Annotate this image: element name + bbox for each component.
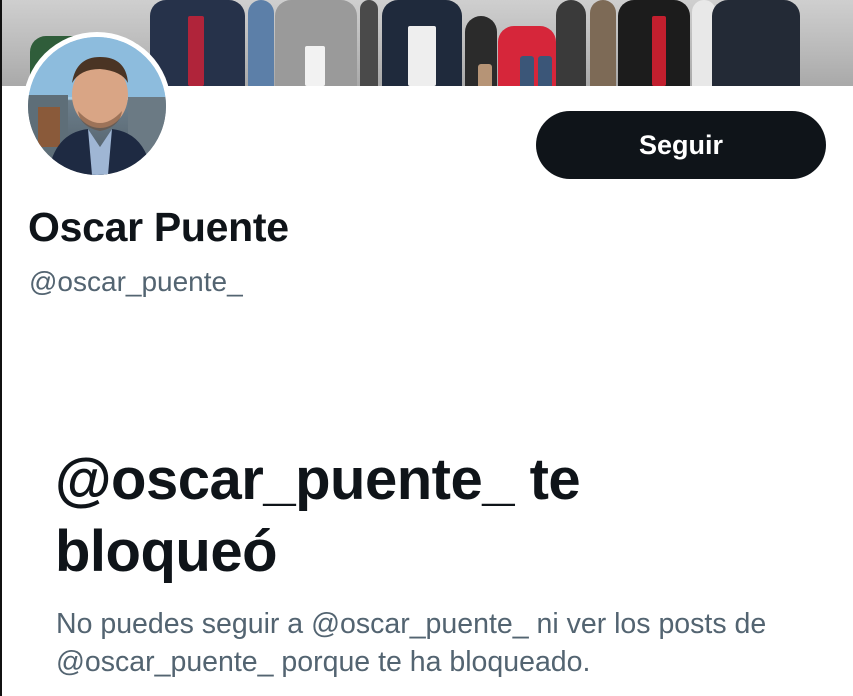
profile-page: Seguir Oscar Puente @oscar_puente_ @osca…	[0, 0, 853, 696]
follow-button[interactable]: Seguir	[536, 111, 826, 179]
window-left-border	[0, 0, 2, 696]
avatar-portrait-icon	[28, 37, 166, 175]
profile-handle: @oscar_puente_	[29, 266, 243, 297]
profile-avatar[interactable]	[23, 32, 171, 180]
profile-display-name: Oscar Puente	[28, 204, 289, 250]
blocked-notice-description: No puedes seguir a @oscar_puente_ ni ver…	[56, 608, 767, 678]
blocked-notice-title: @oscar_puente_ te bloqueó	[55, 447, 581, 584]
avatar-photo	[28, 37, 166, 175]
